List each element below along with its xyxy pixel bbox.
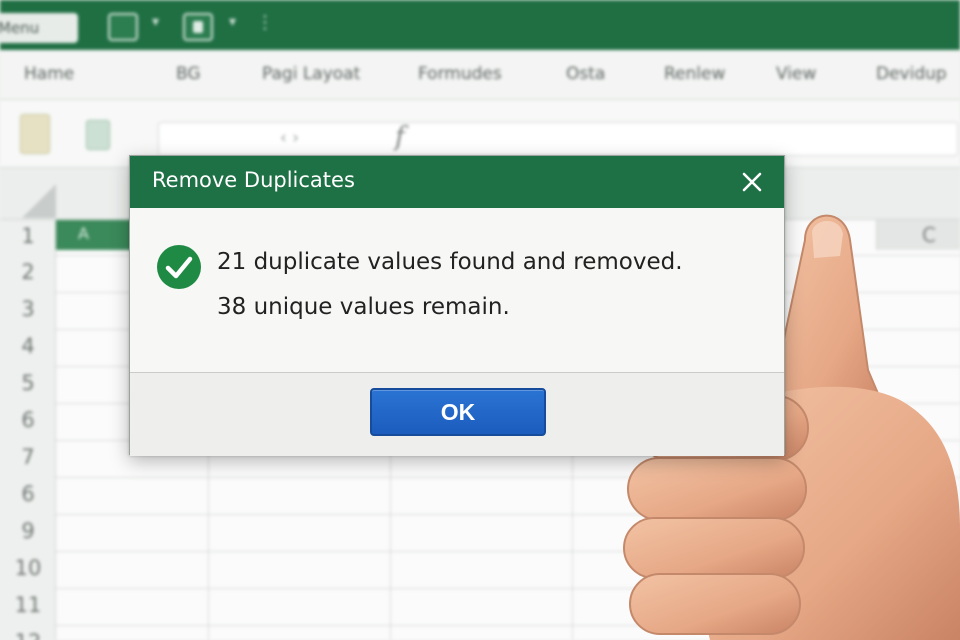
row-number[interactable]: 11 <box>8 593 48 617</box>
dialog-footer: OK <box>130 373 784 456</box>
duplicates-removed-message: 21 duplicate values found and removed. <box>217 249 683 275</box>
redo-dropdown-icon[interactable]: ▾ <box>229 14 236 30</box>
row-number[interactable]: 6 <box>8 482 48 506</box>
camera-icon[interactable] <box>183 13 213 41</box>
tab-view[interactable]: View <box>776 64 816 84</box>
tab-developer[interactable]: Devidup <box>876 64 947 84</box>
title-bar: Menu ▾ ▾ ⋮ <box>0 0 960 50</box>
row-number[interactable]: 2 <box>8 260 48 284</box>
ok-button[interactable]: OK <box>370 388 546 436</box>
clipboard-icon[interactable] <box>86 120 110 150</box>
tab-review[interactable]: Renlew <box>664 64 725 84</box>
check-circle-icon <box>157 245 201 289</box>
row-number[interactable]: 7 <box>8 445 48 469</box>
formula-bar[interactable] <box>158 122 958 156</box>
dialog-header: Remove Duplicates <box>130 156 784 208</box>
column-a-label: A <box>78 224 89 243</box>
save-icon[interactable] <box>108 13 138 41</box>
more-options-icon[interactable]: ⋮ <box>256 12 274 33</box>
row-number[interactable]: 10 <box>8 556 48 580</box>
row-number[interactable]: 9 <box>8 519 48 543</box>
name-box-arrows-icon[interactable]: ‹ › <box>280 128 299 148</box>
tab-insert[interactable]: BG <box>176 64 201 84</box>
tab-page-layout[interactable]: Pagi Layoat <box>262 64 360 84</box>
row-number[interactable]: 12 <box>8 630 48 640</box>
undo-dropdown-icon[interactable]: ▾ <box>152 14 159 30</box>
row-number[interactable]: 3 <box>8 297 48 321</box>
dialog-title: Remove Duplicates <box>152 168 355 192</box>
dialog-body: 21 duplicate values found and removed. 3… <box>130 208 784 372</box>
row-number[interactable]: 1 <box>8 224 48 248</box>
row-header: 1 2 3 4 5 6 7 6 9 10 11 12 <box>0 220 56 640</box>
function-icon[interactable]: f <box>395 122 405 152</box>
quick-access-menu[interactable]: Menu <box>0 13 78 43</box>
close-icon[interactable] <box>736 166 768 198</box>
row-number[interactable]: 5 <box>8 371 48 395</box>
row-number[interactable]: 6 <box>8 408 48 432</box>
remove-duplicates-dialog: Remove Duplicates 21 duplicate values fo… <box>129 155 785 456</box>
tab-data[interactable]: Osta <box>566 64 605 84</box>
tab-formulas[interactable]: Formudes <box>418 64 502 84</box>
tab-home[interactable]: Hame <box>24 64 74 84</box>
unique-values-message: 38 unique values remain. <box>217 294 510 320</box>
row-number[interactable]: 4 <box>8 334 48 358</box>
paste-icon[interactable] <box>20 114 50 154</box>
select-all-corner[interactable] <box>22 184 56 218</box>
ribbon-tabs: Hame BG Pagi Layoat Formudes Osta Renlew… <box>0 50 960 100</box>
